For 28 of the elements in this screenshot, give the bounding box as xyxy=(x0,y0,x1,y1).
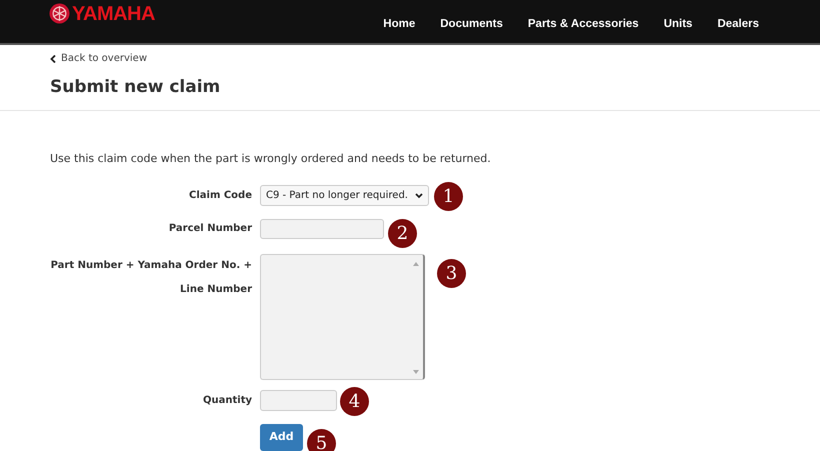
description-text: Use this claim code when the part is wrongly ordered and needs to be returned. xyxy=(50,150,491,166)
text-area[interactable] xyxy=(260,254,425,380)
logo-emblem-icon xyxy=(49,3,70,24)
nav-link[interactable]: Dealers xyxy=(717,16,759,34)
field-label: Parcel Number xyxy=(168,222,252,236)
scroll-up-icon xyxy=(413,262,419,266)
field-label: Part Number + Yamaha Order No. + Line Number xyxy=(50,259,252,297)
add-button[interactable]: Add xyxy=(260,424,303,451)
nav-link[interactable]: Documents xyxy=(440,16,503,34)
nav-link[interactable]: Parts & Accessories xyxy=(528,16,639,34)
claim-code-select[interactable]: C9 - Part no longer required. xyxy=(260,185,429,206)
page-title: Submit new claim xyxy=(50,76,220,99)
nav-link[interactable]: Home xyxy=(383,16,416,34)
input-field[interactable] xyxy=(260,390,337,411)
step-number: 2 xyxy=(388,219,417,248)
logo-text: YAMAHA xyxy=(72,4,155,24)
step-number: 1 xyxy=(434,182,463,211)
field-label: Quantity xyxy=(202,394,252,408)
step-number: 5 xyxy=(307,429,336,451)
scroll-down-icon xyxy=(413,370,419,374)
step-number: 4 xyxy=(340,387,369,416)
chevron-left-icon xyxy=(50,54,56,62)
caret-icon xyxy=(415,192,423,198)
input-field[interactable] xyxy=(260,219,384,239)
nav-link[interactable]: Units xyxy=(664,16,692,34)
step-number: 3 xyxy=(437,259,466,288)
field-label: Claim Code xyxy=(188,189,252,203)
back-link[interactable]: Back to overview xyxy=(50,51,148,66)
